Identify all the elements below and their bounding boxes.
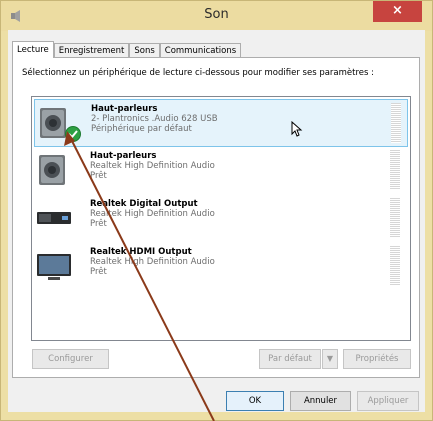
mouse-cursor-icon [291,121,303,137]
default-check-icon [65,126,81,142]
cancel-button[interactable]: Annuler [290,391,351,411]
playback-device-list[interactable]: Haut-parleurs 2- Plantronics .Audio 628 … [31,96,411,341]
device-item[interactable]: Haut-parleurs Realtek High Definition Au… [34,147,408,195]
properties-button[interactable]: Propriétés [343,349,411,369]
device-item[interactable]: Haut-parleurs 2- Plantronics .Audio 628 … [34,99,408,147]
device-name: Realtek Digital Output [90,199,198,209]
set-default-button[interactable]: Par défaut [259,349,321,369]
title-bar[interactable]: Son × [1,1,432,31]
device-driver: 2- Plantronics .Audio 628 USB [91,114,218,124]
device-name: Haut-parleurs [90,151,157,161]
device-driver: Realtek High Definition Audio [90,257,215,267]
configure-button[interactable]: Configurer [32,349,109,369]
close-button[interactable]: × [373,1,422,22]
device-driver: Realtek High Definition Audio [90,209,215,219]
device-status: Prêt [90,267,107,277]
tab-lecture[interactable]: Lecture [12,41,54,58]
tab-strip: Lecture Enregistrement Sons Communicatio… [12,41,242,58]
device-item[interactable]: Realtek Digital Output Realtek High Defi… [34,195,408,243]
window-title: Son [204,7,229,22]
chevron-down-icon: ▼ [326,354,334,363]
set-default-dropdown[interactable]: ▼ [322,349,338,369]
speaker-icon [39,155,65,185]
volume-meter [390,246,400,286]
volume-meter [391,103,401,143]
tab-communications[interactable]: Communications [159,43,242,58]
device-text: Realtek Digital Output Realtek High Defi… [90,199,215,229]
monitor-icon [37,254,71,280]
ok-button[interactable]: OK [226,391,284,411]
device-item[interactable]: Realtek HDMI Output Realtek High Definit… [34,243,408,291]
tab-enregistrement[interactable]: Enregistrement [53,43,130,58]
device-driver: Realtek High Definition Audio [90,161,215,171]
device-status: Prêt [90,171,107,181]
device-text: Realtek HDMI Output Realtek High Definit… [90,247,215,277]
device-text: Haut-parleurs 2- Plantronics .Audio 628 … [91,104,218,134]
digital-output-icon [37,212,71,224]
volume-meter [390,198,400,238]
volume-meter [390,150,400,190]
apply-button[interactable]: Appliquer [357,391,419,411]
device-status: Périphérique par défaut [91,124,192,134]
device-status: Prêt [90,219,107,229]
device-name: Haut-parleurs [91,104,158,114]
device-text: Haut-parleurs Realtek High Definition Au… [90,151,215,181]
tab-sons[interactable]: Sons [129,43,160,58]
device-name: Realtek HDMI Output [90,247,192,257]
instruction-text: Sélectionnez un périphérique de lecture … [22,68,375,78]
